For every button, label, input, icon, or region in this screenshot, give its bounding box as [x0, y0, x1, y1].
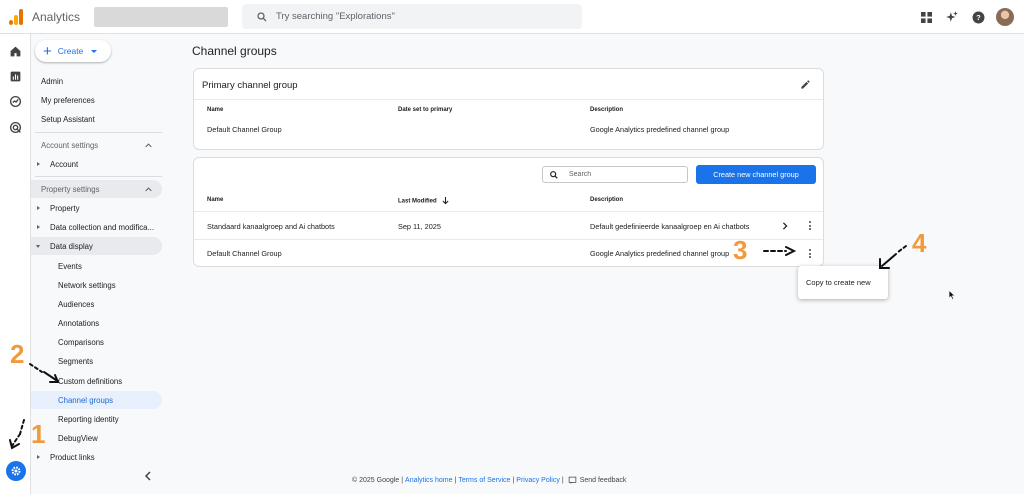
send-feedback-link[interactable]: Send feedback: [580, 477, 627, 484]
privacy-link[interactable]: Privacy Policy: [516, 477, 560, 484]
analytics-home-link[interactable]: Analytics home: [405, 477, 452, 484]
terms-link[interactable]: Terms of Service: [458, 477, 510, 484]
mouse-cursor-icon: [948, 290, 956, 300]
footer: © 2025 Google | Analytics home | Terms o…: [352, 476, 627, 484]
annotation-arrows: [9, 245, 907, 450]
feedback-icon: [568, 476, 576, 484]
